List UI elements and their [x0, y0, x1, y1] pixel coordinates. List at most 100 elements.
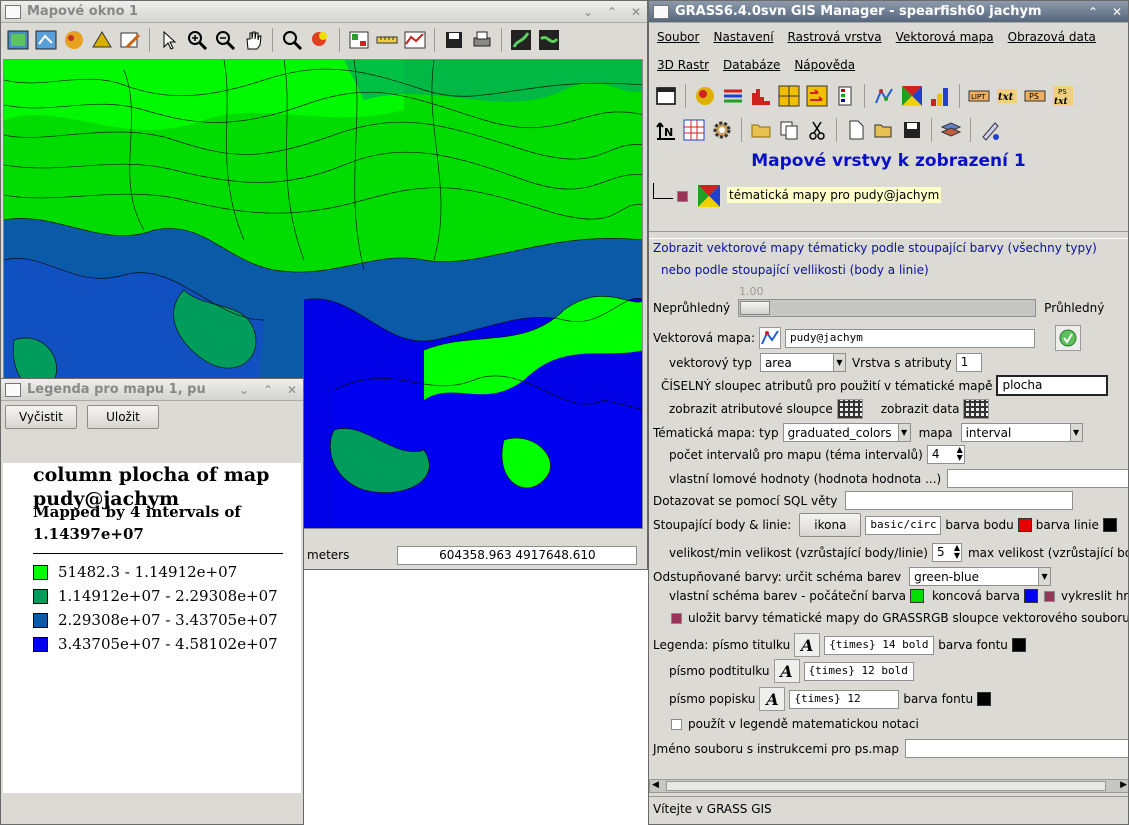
manager-titlebar[interactable]: GRASS6.4.0svn GIS Manager - spearfish60 … [649, 1, 1128, 23]
vector-type-select[interactable]: area ▼ [759, 353, 846, 372]
save-button[interactable]: Uložit [87, 405, 159, 429]
pan-icon[interactable] [240, 27, 266, 53]
horizontal-scrollbar[interactable]: ◀ ▶ [649, 779, 1128, 793]
title-font-field[interactable]: {times} 14 bold [824, 635, 935, 655]
line-color-swatch[interactable] [1102, 518, 1117, 532]
add-numbers-icon[interactable] [776, 83, 802, 109]
add-chart-icon[interactable] [927, 83, 953, 109]
add-group-icon[interactable] [748, 117, 774, 143]
run-icon[interactable] [1055, 325, 1081, 351]
add-legend-icon[interactable] [832, 83, 858, 109]
add-ps-text-icon[interactable]: PS txt [1050, 83, 1076, 109]
cut-icon[interactable] [804, 117, 830, 143]
title-font-icon[interactable]: A [794, 633, 821, 657]
intervals-spinner[interactable]: 4 ▲ ▼ [926, 445, 965, 464]
maximize-icon[interactable]: ⌃ [605, 5, 619, 19]
map-type-select[interactable]: interval ▼ [960, 423, 1083, 442]
menu-3d-raster[interactable]: 3D Rastr [657, 58, 709, 72]
layers-icon[interactable] [938, 117, 964, 143]
new-display-icon[interactable] [653, 83, 679, 109]
vector-map-icon[interactable] [759, 327, 781, 349]
sash[interactable] [649, 231, 1128, 239]
north-arrow-icon[interactable]: N [653, 117, 679, 143]
legend-window-titlebar[interactable]: Legenda pro mapu 1, pu ⌄ ⌃ ✕ [1, 379, 303, 401]
redraw-map-icon[interactable] [33, 27, 59, 53]
draw-border-checkbox[interactable] [1044, 590, 1056, 602]
settings-icon[interactable] [709, 117, 735, 143]
subtitle-font-field[interactable]: {times} 12 bold [803, 661, 914, 681]
add-raster-icon[interactable] [692, 83, 718, 109]
label-font-color-swatch[interactable] [977, 692, 992, 706]
map-display-mode-icon[interactable] [508, 27, 534, 53]
measure-icon[interactable] [374, 27, 400, 53]
spinner-arrows-icon[interactable]: ▲ ▼ [954, 544, 960, 560]
minimize-icon[interactable]: ⌄ [237, 383, 251, 397]
save-colors-checkbox[interactable] [671, 612, 682, 624]
title-font-color-swatch[interactable] [1011, 638, 1026, 652]
menu-raster[interactable]: Rastrová vrstva [788, 30, 882, 44]
add-histogram-icon[interactable] [748, 83, 774, 109]
point-color-swatch[interactable] [1017, 518, 1032, 532]
open-file-icon[interactable] [871, 117, 897, 143]
query-icon[interactable] [307, 27, 333, 53]
size-spinner[interactable]: 5 ▲ ▼ [931, 543, 962, 562]
zoom-out-icon[interactable] [212, 27, 238, 53]
copy-icon[interactable] [776, 117, 802, 143]
add-text-icon[interactable]: txt [994, 83, 1020, 109]
numeric-column-field[interactable]: plocha [996, 375, 1109, 396]
layer-attr-field[interactable]: 1 [955, 353, 982, 372]
end-color-swatch[interactable] [1024, 589, 1039, 603]
breakpoints-field[interactable] [947, 469, 1128, 488]
add-vector-icon[interactable] [871, 83, 897, 109]
overlay-icon[interactable] [89, 27, 115, 53]
pointer-icon[interactable] [156, 27, 182, 53]
add-rgb-icon[interactable] [720, 83, 746, 109]
opacity-slider[interactable] [738, 299, 1037, 317]
layer-label[interactable]: tématická mapy pro pudy@jachym [727, 187, 942, 203]
math-notation-checkbox[interactable] [671, 718, 682, 730]
zoom-in-icon[interactable] [184, 27, 210, 53]
maximize-icon[interactable]: ⌃ [1086, 5, 1100, 19]
new-file-icon[interactable] [843, 117, 869, 143]
map-window-titlebar[interactable]: Mapové okno 1 ⌄ ⌃ ✕ [1, 1, 647, 23]
layer-checkbox[interactable] [677, 191, 688, 202]
subtitle-font-icon[interactable]: A [773, 659, 800, 683]
decoration-icon[interactable] [346, 27, 372, 53]
psmap-field[interactable] [904, 739, 1128, 758]
close-icon[interactable]: ✕ [629, 5, 643, 19]
menu-settings[interactable]: Nastavení [713, 30, 773, 44]
scroll-right-icon[interactable]: ▶ [1120, 780, 1127, 790]
menu-vector[interactable]: Vektorová mapa [896, 30, 994, 44]
vector-map-field[interactable]: pudy@jachym [785, 328, 1035, 348]
add-arrows-icon[interactable] [804, 83, 830, 109]
add-thematic-icon[interactable] [899, 83, 925, 109]
add-ps-icon[interactable]: PS [1022, 83, 1048, 109]
close-icon[interactable]: ✕ [285, 383, 299, 397]
zoom-menu-icon[interactable] [279, 27, 305, 53]
erase-icon[interactable] [117, 27, 143, 53]
grid-icon[interactable] [681, 117, 707, 143]
profile-icon[interactable] [402, 27, 428, 53]
color-scheme-select[interactable]: green-blue ▼ [909, 567, 1052, 586]
icon-button[interactable]: ikona [799, 513, 862, 537]
scrollbar-thumb[interactable] [666, 781, 1106, 791]
sql-field[interactable] [845, 491, 1074, 510]
show-columns-icon[interactable] [836, 399, 863, 419]
print-icon[interactable] [469, 27, 495, 53]
scroll-left-icon[interactable]: ◀ [652, 780, 659, 790]
menu-help[interactable]: Nápověda [794, 58, 855, 72]
add-labels-icon[interactable]: LIPT [966, 83, 992, 109]
spinner-arrows-icon[interactable]: ▲ ▼ [957, 446, 963, 462]
start-color-swatch[interactable] [910, 589, 924, 603]
menu-file[interactable]: Soubor [657, 30, 699, 44]
clear-button[interactable]: Vyčistit [5, 405, 77, 429]
label-font-field[interactable]: {times} 12 [789, 689, 900, 709]
close-icon[interactable]: ✕ [1110, 5, 1124, 19]
thematic-type-select[interactable]: graduated_colors ▼ [782, 423, 911, 442]
icon-field[interactable]: basic/circ [865, 515, 942, 535]
label-font-icon[interactable]: A [759, 687, 786, 711]
menu-imagery[interactable]: Obrazová data [1008, 30, 1096, 44]
minimize-icon[interactable]: ⌄ [581, 5, 595, 19]
menu-database[interactable]: Databáze [723, 58, 780, 72]
display-map-icon[interactable] [5, 27, 31, 53]
